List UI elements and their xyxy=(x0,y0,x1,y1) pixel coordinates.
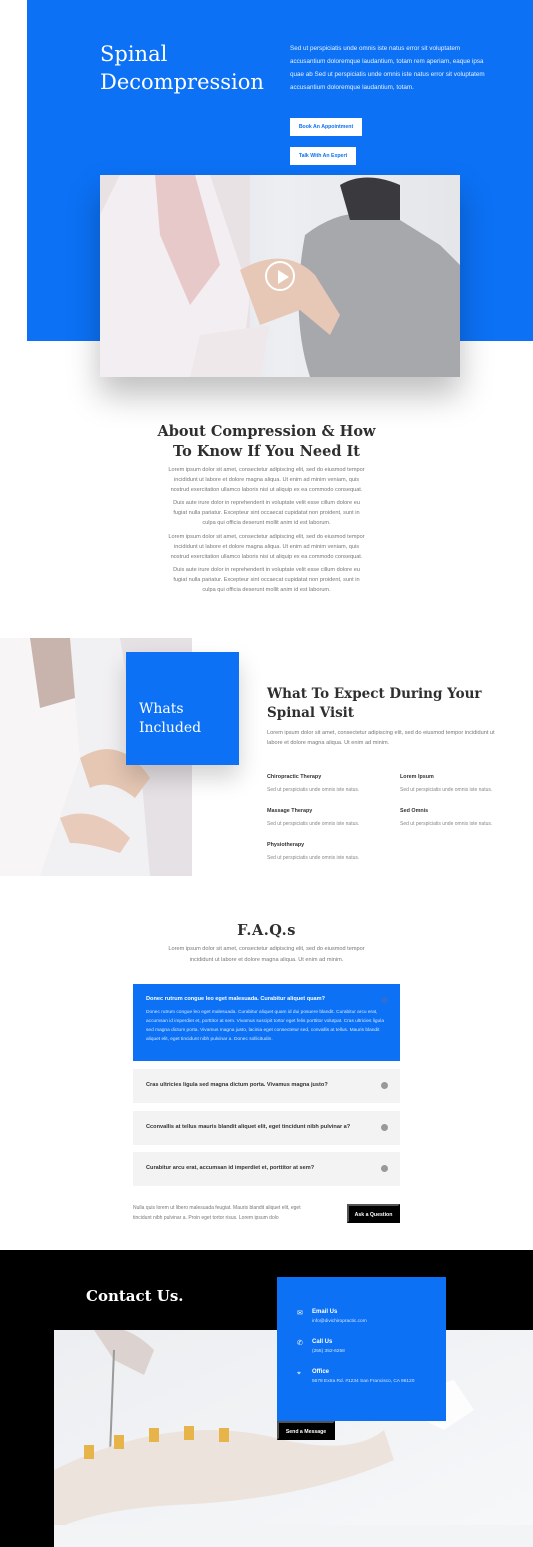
ask-question-button[interactable]: Ask a Question xyxy=(347,1204,400,1223)
service-description: Sed ut perspiciatis unde omnis iste natu… xyxy=(267,855,360,861)
hero-description: Sed ut perspiciatis unde omnis iste natu… xyxy=(290,45,485,91)
contact-item-title: Email Us xyxy=(312,1309,338,1315)
faq-item[interactable]: Cras ultricies ligula sed magna dictum p… xyxy=(133,1069,400,1103)
toggle-icon[interactable] xyxy=(381,1165,388,1172)
play-button[interactable] xyxy=(265,261,295,291)
toggle-icon[interactable] xyxy=(381,1082,388,1089)
about-paragraph: Lorem ipsum dolor sit amet, consectetur … xyxy=(168,467,365,494)
about-paragraph: Duis aute irure dolor in reprehenderit i… xyxy=(173,500,360,527)
whats-included-box: Whats Included xyxy=(126,652,239,765)
service-description: Sed ut perspiciatis unde omnis iste natu… xyxy=(267,787,360,793)
toggle-icon[interactable] xyxy=(381,997,388,1004)
faq-answer: Donec rutrum congue leo eget malesuada. … xyxy=(146,1010,384,1042)
play-icon xyxy=(278,270,289,284)
service-name: Lorem Ipsum xyxy=(400,774,434,780)
contact-item-title: Call Us xyxy=(312,1339,333,1345)
expect-title: What To Expect During Your Spinal Visit xyxy=(267,686,482,721)
service-item: Physiotherapy Sed ut perspiciatis unde o… xyxy=(267,842,359,861)
send-message-button[interactable]: Send a Message xyxy=(277,1421,335,1440)
service-name: Sed Omnis xyxy=(400,808,429,814)
hero-title: Spinal Decompression xyxy=(100,42,264,94)
service-name: Physiotherapy xyxy=(267,842,305,848)
contact-card: ✉ Email Us info@divichiropractic.com ✆ C… xyxy=(277,1277,446,1421)
hero-video[interactable] xyxy=(100,175,460,377)
service-description: Sed ut perspiciatis unde omnis iste natu… xyxy=(400,821,493,827)
faq-item[interactable]: Curabitur arcu erat, accumsan id imperdi… xyxy=(133,1152,400,1186)
service-item: Massage Therapy Sed ut perspiciatis unde… xyxy=(267,808,359,827)
faq-question: Donec rutrum congue leo eget malesuada. … xyxy=(146,996,326,1002)
expect-description: Lorem ipsum dolor sit amet, consectetur … xyxy=(267,730,495,746)
faq-question: Cras ultricies ligula sed magna dictum p… xyxy=(146,1082,328,1088)
talk-expert-button[interactable]: Talk With An Expert xyxy=(290,147,356,165)
service-description: Sed ut perspiciatis unde omnis iste natu… xyxy=(400,787,493,793)
envelope-icon: ✉ xyxy=(297,1310,303,1317)
contact-item-title: Office xyxy=(312,1369,330,1375)
faq-title: F.A.Q.s xyxy=(237,922,296,939)
faq-question: Curabitur arcu erat, accumsan id imperdi… xyxy=(146,1165,315,1171)
contact-item-value: (255) 352-6258 xyxy=(312,1349,345,1354)
faq-item-open[interactable]: Donec rutrum congue leo eget malesuada. … xyxy=(133,984,400,1061)
phone-icon: ✆ xyxy=(297,1340,303,1347)
service-item: Sed Omnis Sed ut perspiciatis unde omnis… xyxy=(400,808,492,827)
toggle-icon[interactable] xyxy=(381,1124,388,1131)
service-name: Chiropractic Therapy xyxy=(267,774,322,780)
contact-title: Contact Us. xyxy=(86,1287,184,1305)
about-paragraph: Duis aute irure dolor in reprehenderit i… xyxy=(173,567,360,594)
service-item: Chiropractic Therapy Sed ut perspiciatis… xyxy=(267,774,359,793)
faq-question: Cconvallis at tellus mauris blandit aliq… xyxy=(146,1124,351,1130)
contact-item-value: 5678 Extra Rd. #1234 San Francisco, CA 9… xyxy=(312,1379,415,1384)
book-appointment-button[interactable]: Book An Appointment xyxy=(290,118,362,136)
about-paragraph: Lorem ipsum dolor sit amet, consectetur … xyxy=(168,534,365,561)
whats-included-label: Whats Included xyxy=(139,701,202,736)
about-title: About Compression & How To Know If You N… xyxy=(157,423,376,460)
service-item: Lorem Ipsum Sed ut perspiciatis unde omn… xyxy=(400,774,492,793)
contact-item-value: info@divichiropractic.com xyxy=(312,1319,367,1324)
map-pin-icon: ⌖ xyxy=(297,1370,301,1377)
faq-subtitle: Lorem ipsum dolor sit amet, consectetur … xyxy=(168,946,365,963)
service-description: Sed ut perspiciatis unde omnis iste natu… xyxy=(267,821,360,827)
service-name: Massage Therapy xyxy=(267,808,313,814)
faq-note: Nulla quis lorem ut libero malesuada feu… xyxy=(133,1205,301,1221)
faq-item[interactable]: Cconvallis at tellus mauris blandit aliq… xyxy=(133,1111,400,1145)
